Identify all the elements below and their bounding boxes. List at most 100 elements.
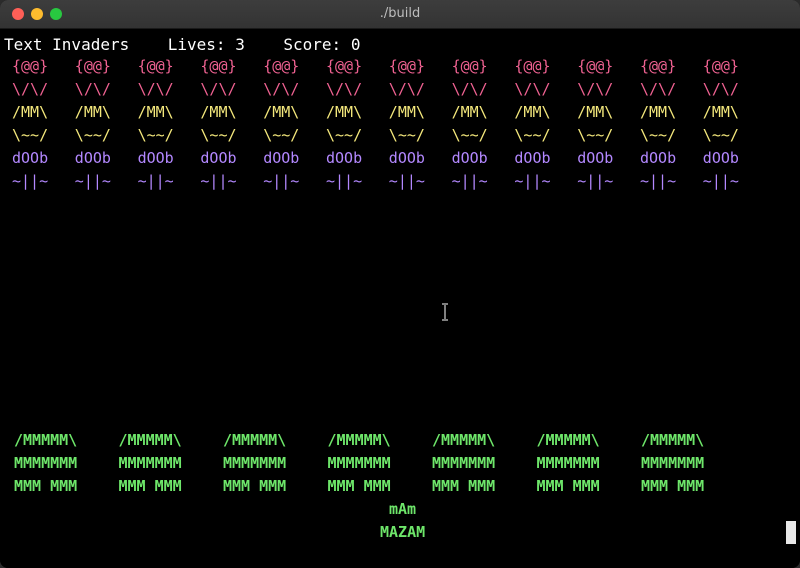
invader-sprite: \/\/: [12, 80, 49, 98]
invader-sprite: dOOb: [74, 149, 111, 167]
invader-sprite: ~||~: [200, 172, 237, 190]
bunker-segment: /MMMMM\: [14, 431, 78, 449]
invader-sprite: dOOb: [451, 149, 488, 167]
invader-sprite: \~~/: [577, 126, 614, 144]
invader-sprite: \~~/: [326, 126, 363, 144]
invader-sprite: \/\/: [640, 80, 677, 98]
terminal-area[interactable]: Text Invaders Lives: 3 Score: 0 {@@} {@@}…: [0, 29, 800, 568]
invader-sprite: \~~/: [137, 126, 174, 144]
bunker-segment: MMM MMM: [14, 477, 78, 495]
invader-sprite: dOOb: [137, 149, 174, 167]
bunker-segment: MMM MMM: [327, 477, 391, 495]
score-value: 0: [350, 35, 361, 54]
invader-sprite: \/\/: [137, 80, 174, 98]
invader-sprite: \~~/: [388, 126, 425, 144]
invader-sprite: /MM\: [577, 103, 614, 121]
invader-sprite: \/\/: [388, 80, 425, 98]
lives-value: 3: [235, 35, 245, 54]
invader-sprite: \~~/: [451, 126, 488, 144]
bunker-segment: MMMMMMM: [118, 454, 182, 472]
bunker-segment: MMM MMM: [432, 477, 496, 495]
invader-sprite: /MM\: [640, 103, 677, 121]
bunker-row: /MMMMM\ /MMMMM\ /MMMMM\ /MMMMM\ /MMMMM\ /MMMM…: [14, 429, 774, 452]
invader-sprite: ~||~: [577, 172, 614, 190]
invader-sprite: {@@}: [577, 57, 614, 75]
bunker-segment: MMM MMM: [223, 477, 287, 495]
invader-row: /MM\ /MM\ /MM\ /MM\ /MM\ /MM\ /MM\ /MM\ /MM\ /MM\…: [12, 101, 772, 124]
invader-sprite: /MM\: [137, 103, 174, 121]
title-bar[interactable]: ./build: [0, 0, 800, 29]
invader-sprite: ~||~: [263, 172, 300, 190]
bunker-segment: MMM MMM: [118, 477, 182, 495]
invader-sprite: /MM\: [74, 103, 111, 121]
bunker-segment: MMMMMMM: [223, 454, 287, 472]
invader-row: \~~/ \~~/ \~~/ \~~/ \~~/ \~~/ \~~/ \~~/ \~~/ \~~/…: [12, 124, 772, 147]
invader-sprite: dOOb: [263, 149, 300, 167]
invader-row: {@@} {@@} {@@} {@@} {@@} {@@} {@@} {@@} {@@} {@@}…: [12, 55, 772, 78]
bunker-segment: MMM MMM: [536, 477, 600, 495]
invader-sprite: {@@}: [326, 57, 363, 75]
bunker-segment: MMMMMMM: [641, 454, 705, 472]
invader-sprite: dOOb: [514, 149, 551, 167]
invader-sprite: {@@}: [137, 57, 174, 75]
bunker-segment: /MMMMM\: [118, 431, 182, 449]
bunker-segment: MMMMMMM: [432, 454, 496, 472]
player-ship-bottom: MAZAM: [380, 523, 426, 541]
invader-sprite: ~||~: [514, 172, 551, 190]
invader-sprite: ~||~: [451, 172, 488, 190]
bunker-segment: /MMMMM\: [432, 431, 496, 449]
invader-sprite: ~||~: [640, 172, 677, 190]
invader-sprite: \~~/: [263, 126, 300, 144]
invader-sprite: \/\/: [702, 80, 739, 98]
score-label: Score:: [283, 35, 342, 54]
invader-row: dOOb dOOb dOOb dOOb dOOb dOOb dOOb dOOb dOOb dOOb…: [12, 147, 772, 170]
invader-sprite: {@@}: [514, 57, 551, 75]
invader-sprite: {@@}: [200, 57, 237, 75]
invader-sprite: /MM\: [12, 103, 49, 121]
invader-sprite: \~~/: [12, 126, 49, 144]
invader-sprite: /MM\: [702, 103, 739, 121]
invader-sprite: /MM\: [451, 103, 488, 121]
invader-sprite: \~~/: [514, 126, 551, 144]
invader-row: ~||~ ~||~ ~||~ ~||~ ~||~ ~||~ ~||~ ~||~ ~||~ ~||~…: [12, 170, 772, 193]
terminal-window: ./build Text Invaders Lives: 3 Score: 0 …: [0, 0, 800, 568]
invader-sprite: \~~/: [200, 126, 237, 144]
invader-sprite: dOOb: [640, 149, 677, 167]
invader-sprite: ~||~: [12, 172, 49, 190]
invader-sprite: {@@}: [388, 57, 425, 75]
invader-sprite: /MM\: [388, 103, 425, 121]
bunker-segment: /MMMMM\: [641, 431, 705, 449]
invader-sprite: {@@}: [451, 57, 488, 75]
invader-sprite: ~||~: [137, 172, 174, 190]
bunker-segment: MMMMMMM: [14, 454, 78, 472]
invader-sprite: ~||~: [326, 172, 363, 190]
invader-sprite: ~||~: [388, 172, 425, 190]
invader-sprite: \/\/: [514, 80, 551, 98]
bunker-segment: MMM MMM: [641, 477, 705, 495]
invader-sprite: {@@}: [702, 57, 739, 75]
bunker-segment: MMMMMMM: [536, 454, 600, 472]
invader-sprite: {@@}: [74, 57, 111, 75]
invader-sprite: dOOb: [326, 149, 363, 167]
invader-sprite: ~||~: [702, 172, 739, 190]
invader-sprite: \~~/: [702, 126, 739, 144]
invader-sprite: {@@}: [12, 57, 49, 75]
invader-sprite: \/\/: [577, 80, 614, 98]
invader-sprite: ~||~: [74, 172, 111, 190]
invader-sprite: dOOb: [388, 149, 425, 167]
invader-sprite: {@@}: [263, 57, 300, 75]
game-hud: Text Invaders Lives: 3 Score: 0: [4, 33, 360, 56]
ibeam-cursor-icon: [442, 303, 448, 321]
invader-sprite: dOOb: [12, 149, 49, 167]
invader-sprite: \~~/: [640, 126, 677, 144]
invader-sprite: \/\/: [326, 80, 363, 98]
bunker-segment: /MMMMM\: [223, 431, 287, 449]
invader-sprite: \/\/: [451, 80, 488, 98]
window-title: ./build: [379, 6, 421, 21]
bunker-row: MMM MMM MMM MMM MMM MMM MMM MMM MMM MMM MMM M…: [14, 475, 774, 498]
invader-sprite: {@@}: [640, 57, 677, 75]
invader-sprite: \/\/: [263, 80, 300, 98]
invader-sprite: /MM\: [263, 103, 300, 121]
invader-sprite: \~~/: [74, 126, 111, 144]
invader-sprite: \/\/: [74, 80, 111, 98]
